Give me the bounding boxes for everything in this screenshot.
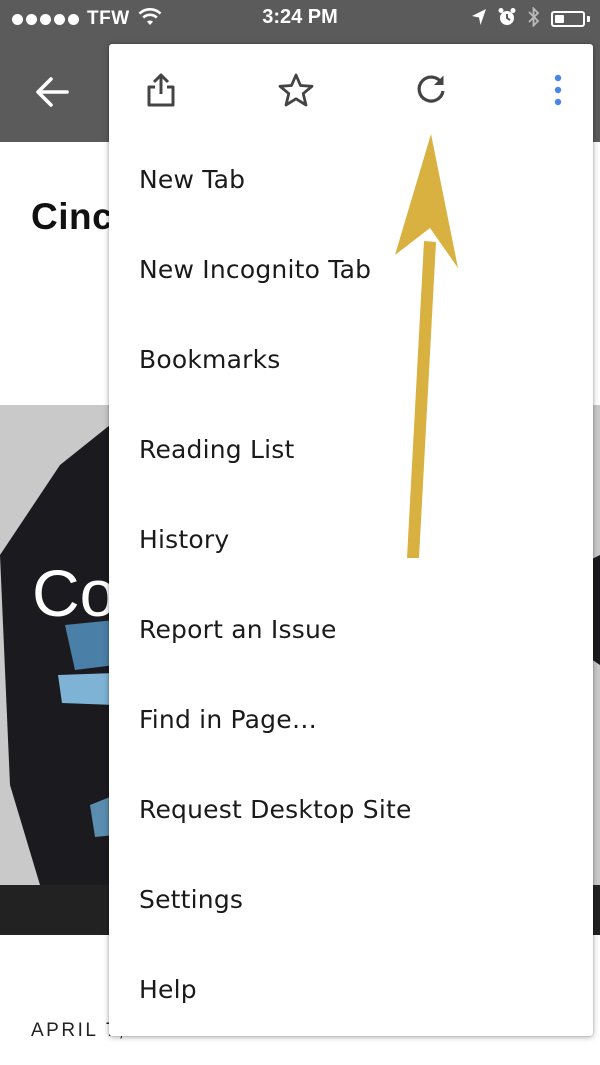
page-title: Cinc: [31, 196, 114, 237]
menu-item-history[interactable]: History: [109, 495, 593, 585]
menu-item-reading-list[interactable]: Reading List: [109, 405, 593, 495]
menu-list: New Tab New Incognito Tab Bookmarks Read…: [109, 135, 593, 1035]
share-icon: [147, 73, 175, 107]
back-button[interactable]: [30, 70, 74, 114]
battery-level-fill: [555, 15, 565, 23]
reload-icon: [417, 75, 445, 103]
back-arrow-icon: [36, 77, 69, 107]
reload-button[interactable]: [407, 66, 455, 114]
alarm-icon: [497, 7, 517, 32]
overflow-menu: New Tab New Incognito Tab Bookmarks Read…: [109, 44, 593, 1036]
annotation-arrow-icon: [395, 134, 458, 558]
more-options-button[interactable]: [534, 66, 582, 114]
battery-icon: [551, 11, 585, 27]
bookmark-star-button[interactable]: [272, 66, 320, 114]
star-icon: [278, 73, 314, 107]
menu-item-request-desktop-site[interactable]: Request Desktop Site: [109, 765, 593, 855]
bluetooth-icon: [527, 5, 541, 32]
status-bar-right: [471, 5, 590, 32]
menu-icon-row: [109, 44, 593, 136]
menu-item-help[interactable]: Help: [109, 945, 593, 1035]
status-bar: TFW 3:24 PM: [0, 0, 600, 40]
battery-tip: [587, 16, 590, 22]
share-button[interactable]: [137, 66, 185, 114]
menu-item-new-tab[interactable]: New Tab: [109, 135, 593, 225]
menu-item-report-issue[interactable]: Report an Issue: [109, 585, 593, 675]
menu-item-new-incognito-tab[interactable]: New Incognito Tab: [109, 225, 593, 315]
more-vert-icon: [554, 74, 562, 106]
menu-item-bookmarks[interactable]: Bookmarks: [109, 315, 593, 405]
hero-title: Co: [32, 556, 117, 630]
menu-item-find-in-page[interactable]: Find in Page…: [109, 675, 593, 765]
menu-item-settings[interactable]: Settings: [109, 855, 593, 945]
location-icon: [471, 8, 487, 31]
